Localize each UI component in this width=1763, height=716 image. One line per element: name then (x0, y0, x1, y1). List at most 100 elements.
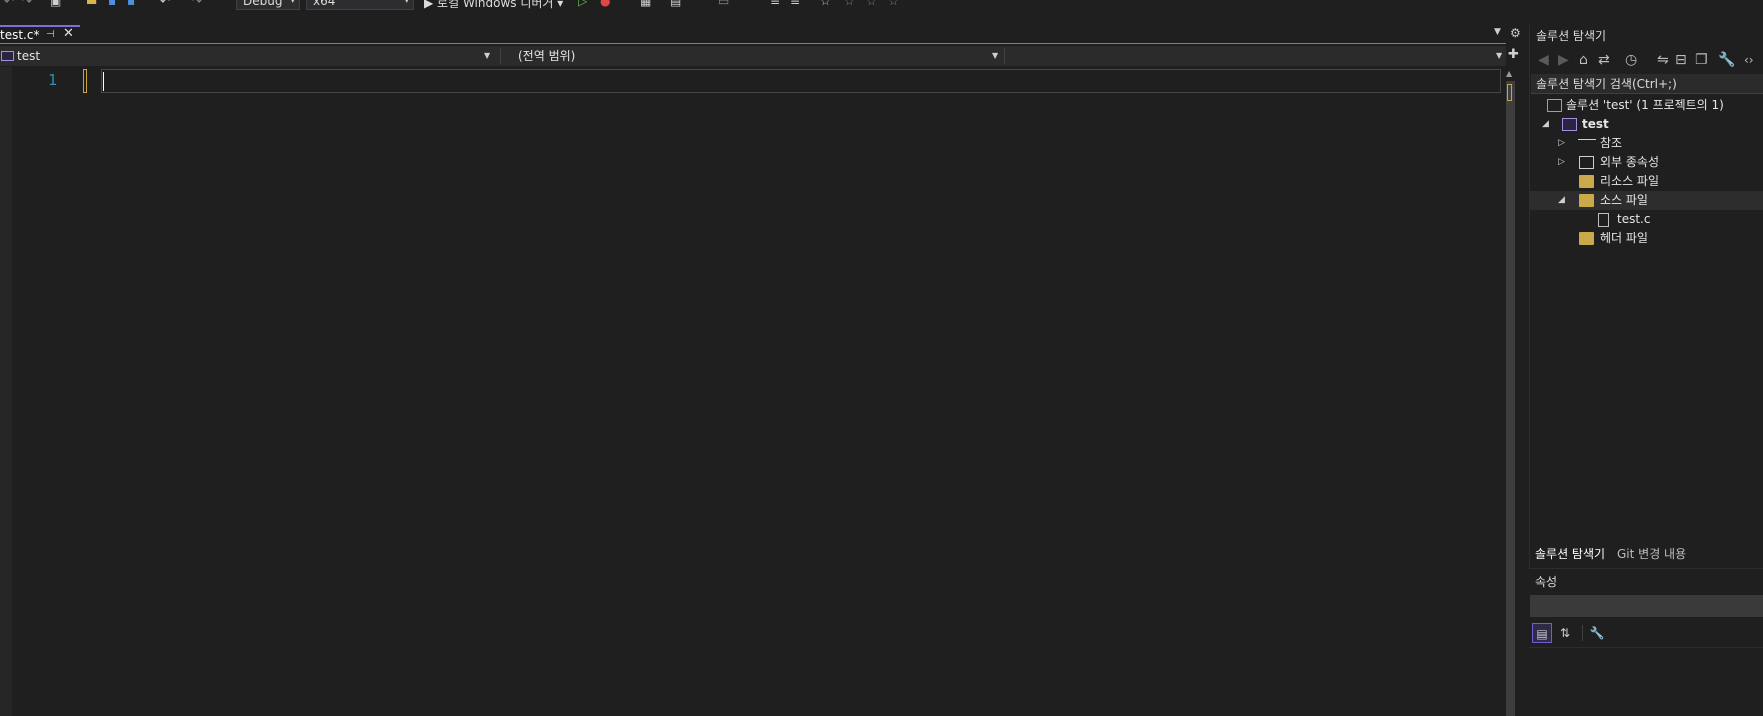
comment-icon[interactable]: ≡ (770, 0, 780, 10)
redo-icon[interactable]: ↷ (22, 0, 32, 10)
save-all-icon[interactable]: ▪ (127, 0, 135, 10)
tree-item-external-dependencies[interactable]: ▷ 외부 종속성 (1530, 153, 1763, 172)
alphabetical-icon[interactable]: ⇅ (1555, 623, 1575, 643)
separator (1582, 625, 1583, 641)
redo-arrow-icon[interactable]: ↷ (192, 0, 202, 10)
diagnostic-icon[interactable]: ▦ (640, 0, 651, 10)
properties-icon[interactable]: 🔧 (1718, 52, 1735, 68)
new-project-icon[interactable]: ▣ (50, 0, 61, 10)
tab-title: test.c* (0, 28, 40, 42)
tree-item-references[interactable]: ▷ 참조 (1530, 134, 1763, 153)
project-dropdown-value: test (17, 49, 41, 63)
properties-toolbar: ▤ ⇅ 🔧 (1529, 621, 1763, 645)
chevron-down-icon: ▾ (290, 0, 295, 6)
open-folder-icon[interactable]: ▬ (86, 0, 97, 10)
split-window-icon[interactable]: ✚ (1508, 47, 1519, 62)
tree-item-header-files[interactable]: 헤더 파일 (1530, 229, 1763, 248)
tool-window-tabs: 솔루션 탐색기 Git 변경 내용 (1529, 545, 1763, 564)
tab-accent-line (0, 43, 1506, 44)
object-select[interactable] (1530, 595, 1763, 617)
expand-arrow-icon[interactable]: ▷ (1558, 134, 1565, 153)
member-dropdown[interactable]: ▼ (1008, 46, 1506, 66)
text-caret (103, 72, 104, 91)
project-icon (1, 51, 14, 61)
panel-title: 솔루션 탐색기 (1536, 29, 1607, 43)
tab-git-changes[interactable]: Git 변경 내용 (1613, 545, 1690, 564)
expand-arrow-icon[interactable]: ◢ (1558, 191, 1565, 210)
bookmark-prev-icon[interactable]: ☆ (844, 0, 855, 10)
bookmark-clear-icon[interactable]: ☆ (888, 0, 899, 10)
stop-icon[interactable]: ● (600, 0, 610, 10)
bookmark-icon[interactable]: ☆ (820, 0, 831, 10)
tree-item-resource-files[interactable]: 리소스 파일 (1530, 172, 1763, 191)
gear-icon[interactable]: ⚙ (1510, 26, 1521, 40)
property-pages-icon[interactable]: 🔧 (1587, 623, 1607, 643)
divider (1529, 647, 1763, 648)
pending-changes-filter-icon[interactable]: ◷ (1625, 52, 1637, 68)
folder-icon (1579, 194, 1594, 207)
collapse-all-icon[interactable]: ⊟ (1675, 52, 1687, 68)
separator (500, 48, 501, 64)
close-icon[interactable]: ✕ (63, 26, 74, 42)
tree-item-label: 소스 파일 (1600, 193, 1648, 207)
chevron-down-icon: ▾ (404, 0, 409, 6)
scope-dropdown[interactable]: (전역 범위) ▼ (504, 46, 1000, 66)
line-number: 1 (48, 71, 58, 89)
separator (1004, 48, 1005, 64)
platform-select[interactable]: x64 ▾ (306, 0, 414, 10)
tree-item-test-c[interactable]: test.c (1530, 210, 1763, 229)
undo-icon[interactable]: ↶ (4, 0, 14, 10)
scrollbar-thumb[interactable] (1506, 81, 1515, 716)
save-icon[interactable]: ▪ (108, 0, 116, 10)
expand-arrow-icon[interactable]: ◢ (1542, 115, 1549, 134)
code-view-icon[interactable]: ‹› (1744, 52, 1754, 68)
main-toolbar: ↶ ↷ ▣ ▬ ▪ ▪ ↶ ↷ Debug ▾ x64 ▾ ▶ 로컬 Windo… (0, 0, 1763, 12)
tab-test-c[interactable]: test.c* ⊣ ✕ (0, 25, 80, 44)
configuration-value: Debug (243, 0, 283, 8)
scope-dropdown-value: (전역 범위) (518, 49, 576, 63)
tool-icon[interactable]: ▭ (718, 0, 729, 10)
back-icon[interactable]: ◀ (1538, 52, 1549, 68)
project-icon (1562, 118, 1577, 131)
forward-icon[interactable]: ▶ (1558, 52, 1569, 68)
chevron-down-icon: ▼ (992, 51, 999, 60)
tree-item-label: test (1582, 117, 1609, 131)
switch-views-icon[interactable]: ⇄ (1598, 52, 1610, 68)
pin-icon[interactable]: ⊣ (46, 27, 55, 43)
tree-item-label: 솔루션 'test' (1 프로젝트의 1) (1566, 98, 1724, 112)
home-icon[interactable]: ⌂ (1579, 52, 1588, 68)
editor-vertical-scrollbar[interactable]: ▲ (1502, 67, 1519, 716)
chevron-down-icon: ▼ (484, 51, 491, 60)
solution-icon (1547, 99, 1562, 112)
solution-search-input[interactable]: 솔루션 탐색기 검색(Ctrl+;) (1531, 74, 1763, 94)
document-tab-strip: test.c* ⊣ ✕ ▼ ⚙ (0, 25, 1524, 44)
tab-solution-explorer[interactable]: 솔루션 탐색기 (1531, 545, 1610, 564)
tree-item-label: 리소스 파일 (1600, 174, 1660, 188)
sync-icon[interactable]: ⇋ (1657, 52, 1669, 68)
scroll-up-icon[interactable]: ▲ (1506, 69, 1512, 78)
show-all-files-icon[interactable]: ❐ (1695, 52, 1708, 68)
code-editor[interactable]: 1 (0, 67, 1506, 716)
bookmark-next-icon[interactable]: ☆ (866, 0, 877, 10)
undo-arrow-icon[interactable]: ↶ (160, 0, 170, 10)
uncomment-icon[interactable]: ≡ (790, 0, 800, 10)
start-without-debugging-icon[interactable]: ▷ (578, 0, 587, 10)
panel-title: 속성 (1535, 575, 1558, 589)
tree-item-project[interactable]: ◢ test (1530, 115, 1763, 134)
project-dropdown[interactable]: test ▼ (0, 46, 496, 66)
tree-item-label: 외부 종속성 (1600, 155, 1660, 169)
configuration-select[interactable]: Debug ▾ (236, 0, 300, 10)
tree-item-solution[interactable]: 솔루션 'test' (1 프로젝트의 1) (1530, 96, 1763, 115)
folder-icon (1579, 232, 1594, 245)
chevron-down-icon[interactable]: ▼ (1494, 27, 1501, 37)
start-debugging-button[interactable]: ▶ 로컬 Windows 디버거 ▾ (424, 0, 563, 11)
scrollbar-change-marker (1507, 84, 1512, 101)
tree-item-label: 헤더 파일 (1600, 231, 1648, 245)
tree-item-label: 참조 (1600, 136, 1623, 150)
categorized-icon[interactable]: ▤ (1532, 623, 1552, 643)
folder-icon (1579, 175, 1594, 188)
layout-icon[interactable]: ▤ (670, 0, 681, 10)
expand-arrow-icon[interactable]: ▷ (1558, 153, 1565, 172)
tree-item-source-files[interactable]: ◢ 소스 파일 (1530, 191, 1763, 210)
references-icon (1578, 139, 1596, 148)
